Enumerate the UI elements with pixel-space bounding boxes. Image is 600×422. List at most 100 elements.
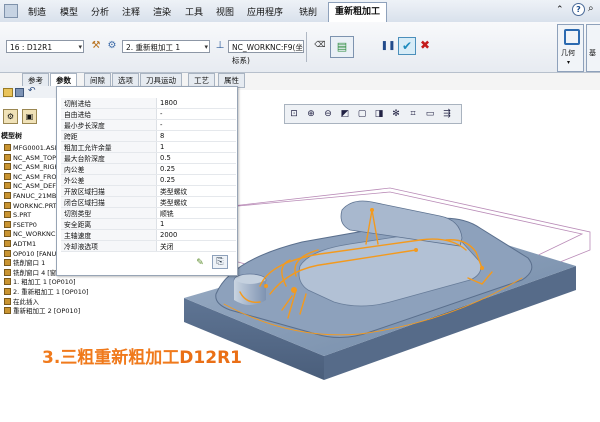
datum-label: 基 — [589, 49, 596, 57]
tree-item[interactable]: NC_WORKNC — [4, 230, 55, 239]
tree-node-icon — [4, 153, 11, 161]
geometry-group[interactable]: 几何 ▾ — [557, 24, 584, 72]
close-icon[interactable]: ✖ — [417, 38, 433, 52]
menu-item-model[interactable]: 模型 — [60, 5, 78, 18]
help-icon[interactable]: ? — [572, 3, 585, 16]
check-icon[interactable]: ✔ — [398, 37, 416, 55]
param-row[interactable]: 最小步长深度 - — [61, 119, 236, 131]
tree-item[interactable]: NC_ASM_TOP — [4, 153, 56, 163]
param-row[interactable]: 主轴速度 2000 — [61, 229, 236, 241]
display-style-icon[interactable]: ◨ — [372, 107, 386, 121]
menu-item-tools[interactable]: 工具 — [185, 5, 203, 18]
menu-item-manufacture[interactable]: 制造 — [28, 5, 46, 18]
app-menu-icon[interactable] — [4, 4, 18, 18]
tree-node-icon — [4, 268, 11, 276]
csys-combo[interactable]: NC_WORKNC:F9(坐标系) — [228, 40, 304, 65]
param-value[interactable]: 顺铣 — [156, 207, 236, 219]
menu-item-applications[interactable]: 应用程序 — [247, 5, 283, 18]
edit-params-icon[interactable]: ✎ — [193, 257, 207, 269]
param-value[interactable]: 1800 — [156, 98, 236, 109]
minimize-ribbon-icon[interactable]: ⌃ — [556, 5, 564, 15]
param-value[interactable]: 8 — [156, 130, 236, 142]
param-value[interactable]: - — [156, 119, 236, 131]
geometry-icon — [564, 29, 580, 45]
tree-item[interactable]: 2. 重新粗加工 1 [OP010] — [4, 288, 89, 297]
tree-item-label: 在此插入 — [13, 297, 39, 306]
tool-edit-icon[interactable]: ⚒ — [88, 39, 104, 53]
param-value[interactable]: - — [156, 108, 236, 120]
param-row[interactable]: 切割类型 顺铣 — [61, 207, 236, 219]
zoom-in-icon[interactable]: ⊕ — [304, 107, 318, 121]
tree-item[interactable]: 在此插入 — [4, 297, 39, 307]
menu-item-rerough-active[interactable]: 重新粗加工 — [328, 2, 388, 23]
tool-gear-icon[interactable]: ⚙ — [104, 39, 120, 53]
pause-icon[interactable]: ❚❚ — [380, 39, 396, 53]
param-value[interactable]: 关闭 — [156, 240, 236, 252]
param-row[interactable]: 自由进给 - — [61, 108, 236, 120]
tree-node-icon — [4, 163, 11, 171]
param-row[interactable]: 开放区域扫描 类型螺纹 — [61, 185, 236, 197]
tool-select-combo[interactable]: 16 : D12R1 ▾ — [6, 40, 84, 53]
tree-item[interactable]: NC_ASM_RIGHT — [4, 163, 63, 172]
param-value[interactable]: 类型螺纹 — [156, 185, 236, 197]
param-row[interactable]: 冷却液选项 关闭 — [61, 240, 236, 252]
param-row[interactable]: 跨距 8 — [61, 130, 236, 142]
param-row[interactable]: 最大台阶深度 0.5 — [61, 152, 236, 164]
tree-item[interactable]: 1. 粗加工 1 [OP010] — [4, 278, 76, 287]
menu-item-view[interactable]: 视图 — [216, 5, 234, 18]
tree-item[interactable]: OP010 [FANUC] — [4, 249, 63, 259]
param-value[interactable]: 0.25 — [156, 163, 236, 175]
menu-item-milling[interactable]: 铣削 — [299, 5, 317, 18]
saved-views-icon[interactable]: ▢ — [355, 107, 369, 121]
tree-settings-icon[interactable]: ⚙ — [3, 109, 18, 124]
tree-item[interactable]: WORKNC.PRT — [4, 201, 57, 211]
param-name: 粗加工允许余量 — [61, 141, 157, 153]
operation-combo[interactable]: 2. 重新粗加工 1 ▾ — [122, 40, 210, 53]
tree-item-label: FSETP0 — [13, 220, 37, 229]
toolpath-display-icon[interactable]: ⇶ — [440, 107, 454, 121]
menu-item-render[interactable]: 渲染 — [153, 5, 171, 18]
reorient-icon[interactable]: ◩ — [338, 107, 352, 121]
param-row[interactable]: 安全距离 1 — [61, 218, 236, 230]
csys-icon[interactable]: ⊥ — [212, 39, 228, 53]
param-row[interactable]: 闭合区域扫描 类型螺纹 — [61, 196, 236, 208]
menu-item-annotate[interactable]: 注释 — [122, 5, 140, 18]
param-row[interactable]: 内公差 0.25 — [61, 163, 236, 175]
tree-item[interactable]: 重新粗加工 2 [OP010] — [4, 307, 80, 316]
param-value[interactable]: 0.5 — [156, 152, 236, 164]
playback-icon[interactable]: ▤ — [330, 36, 354, 58]
save-icon[interactable] — [15, 88, 24, 97]
param-value[interactable]: 1 — [156, 141, 236, 153]
tree-item[interactable]: S.PRT — [4, 211, 31, 220]
annotation-display-icon[interactable]: ▭ — [423, 107, 437, 121]
param-value[interactable]: 类型螺纹 — [156, 196, 236, 208]
clear-toolpath-icon[interactable]: ⌫ — [312, 38, 328, 52]
perspective-icon[interactable]: ✻ — [389, 107, 403, 121]
tree-item[interactable]: ADTM1 — [4, 240, 36, 249]
tree-item[interactable]: FANUC_21MB_2 — [4, 192, 64, 201]
tree-item[interactable]: 铣削窗口 1 — [4, 259, 45, 268]
undo-icon[interactable]: ↶ — [28, 86, 36, 96]
caption-text: 3.三粗重新粗加工 — [42, 348, 180, 368]
zoom-fit-icon[interactable]: ⊡ — [287, 107, 301, 121]
zoom-out-icon[interactable]: ⊖ — [321, 107, 335, 121]
tree-item[interactable]: FSETP0 — [4, 220, 37, 230]
datum-group[interactable]: 基 — [586, 24, 600, 72]
copy-params-icon[interactable]: ⎘ — [212, 255, 228, 269]
folder-icon[interactable] — [3, 88, 13, 97]
zoom-icon[interactable]: ⌕ — [588, 3, 594, 14]
param-row[interactable]: 粗加工允许余量 1 — [61, 141, 236, 153]
param-value[interactable]: 1 — [156, 218, 236, 230]
param-value[interactable]: 2000 — [156, 229, 236, 241]
chevron-down-icon: ▾ — [567, 59, 571, 66]
param-row[interactable]: 外公差 0.25 — [61, 174, 236, 186]
tree-item[interactable]: MFG0001.ASM — [4, 144, 60, 153]
datum-display-icon[interactable]: ⌗ — [406, 107, 420, 121]
tree-item-label: 2. 重新粗加工 1 [OP010] — [13, 288, 89, 296]
menu-item-analysis[interactable]: 分析 — [91, 5, 109, 18]
tree-filter-icon[interactable]: ▣ — [22, 109, 37, 124]
param-name: 最小步长深度 — [61, 119, 157, 131]
param-value[interactable]: 0.25 — [156, 174, 236, 186]
param-row[interactable]: 切削进给 1800 — [61, 98, 236, 109]
param-name: 切割类型 — [61, 207, 157, 219]
